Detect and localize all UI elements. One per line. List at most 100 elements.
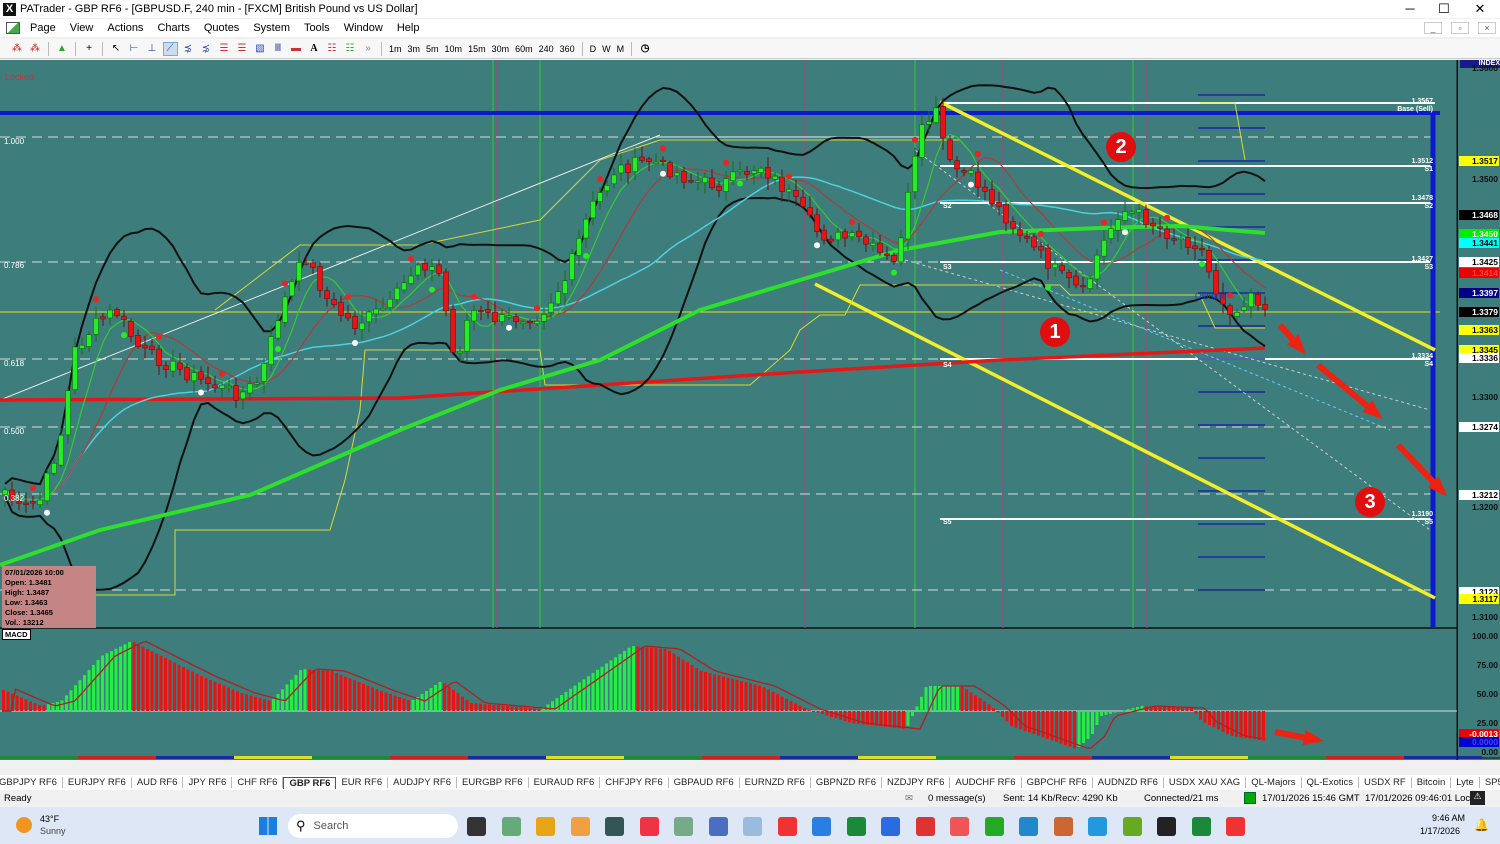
more-tools-button[interactable]: » [361, 42, 376, 56]
clock-icon[interactable]: ◷ [638, 42, 653, 56]
taskbar-app-icon[interactable] [570, 817, 590, 836]
start-windows-icon[interactable] [259, 817, 277, 835]
mdi-minimize-button[interactable]: _ [1424, 22, 1442, 34]
chart-canvas[interactable] [0, 60, 1500, 760]
symbol-tab[interactable]: USDX RF [1359, 777, 1412, 788]
menu-actions[interactable]: Actions [107, 22, 143, 34]
taskbar-app-icon[interactable] [812, 817, 831, 836]
menu-charts[interactable]: Charts [157, 22, 189, 34]
indicator-icon[interactable]: ▲ [55, 42, 70, 56]
taskbar-app-icon[interactable] [915, 817, 935, 836]
taskbar-app-icon[interactable] [881, 817, 900, 836]
taskbar-app-icon[interactable] [950, 817, 969, 836]
taskbar-app-icon[interactable] [1157, 817, 1176, 836]
levels-alt-icon[interactable]: ☷ [343, 42, 358, 56]
taskbar-app-icon[interactable] [1053, 817, 1073, 836]
taskbar-app-icon[interactable] [536, 817, 555, 836]
status-messages[interactable]: 0 message(s) [928, 793, 986, 804]
symbol-tab[interactable]: EURGBP RF6 [457, 777, 529, 788]
symbol-tab[interactable]: GBPCHF RF6 [1022, 777, 1093, 788]
symbol-tab[interactable]: CHF RF6 [232, 777, 284, 788]
minimize-button[interactable]: ─ [1392, 0, 1428, 18]
symbol-tab[interactable]: EUR RF6 [336, 777, 389, 788]
menu-help[interactable]: Help [397, 22, 420, 34]
taskbar-app-icon[interactable] [777, 817, 797, 836]
symbol-tab[interactable]: EURNZD RF6 [740, 777, 811, 788]
symbol-tab[interactable]: CHFJPY RF6 [600, 777, 669, 788]
taskbar-app-icon[interactable] [984, 817, 1004, 836]
taskbar-app-icon[interactable] [501, 817, 521, 836]
channel-icon[interactable]: ▧ [253, 42, 268, 56]
timeframe-monthly[interactable]: M [617, 44, 625, 54]
price-chart[interactable]: Locked 1.000 0.786 0.618 0.500 0.382 1.3… [0, 60, 1500, 760]
taskbar-app-icon[interactable] [1226, 817, 1245, 836]
menu-tools[interactable]: Tools [304, 22, 330, 34]
taskbar-search[interactable]: ⚲ Search [288, 814, 458, 838]
symbol-tab[interactable]: QL-Majors [1246, 777, 1302, 788]
fib-retracement-icon[interactable]: ☰ [217, 42, 232, 56]
maximize-button[interactable]: ☐ [1426, 0, 1462, 18]
symbol-tab[interactable]: QL-Exotics [1302, 777, 1360, 788]
fan-icon[interactable]: ⋨ [181, 42, 196, 56]
symbol-tab[interactable]: GBPJPY RF6 [0, 777, 63, 788]
symbol-tab[interactable]: EURJPY RF6 [63, 777, 132, 788]
close-button[interactable]: ✕ [1462, 0, 1498, 18]
notification-bell-icon[interactable]: 🔔 [1474, 818, 1489, 832]
menu-system[interactable]: System [253, 22, 290, 34]
symbol-tab[interactable]: GBPNZD RF6 [811, 777, 883, 788]
vertical-line-icon[interactable]: ⊥ [145, 42, 160, 56]
text-icon[interactable]: A [307, 42, 322, 56]
symbol-tab[interactable]: NZDJPY RF6 [882, 777, 951, 788]
symbol-tab[interactable]: Lyte [1451, 777, 1480, 788]
timeframe-15m[interactable]: 15m [468, 44, 486, 54]
timeframe-weekly[interactable]: W [602, 44, 611, 54]
symbol-tab[interactable]: GBPAUD RF6 [669, 777, 740, 788]
weather-condition[interactable]: Sunny [40, 826, 66, 836]
timeframe-10m[interactable]: 10m [445, 44, 463, 54]
timeframe-daily[interactable]: D [590, 44, 597, 54]
timeframe-30m[interactable]: 30m [492, 44, 510, 54]
fib-fan-icon[interactable]: ⋨ [199, 42, 214, 56]
taskbar-app-icon[interactable] [1019, 817, 1038, 836]
symbol-tab[interactable]: AUDJPY RF6 [388, 777, 458, 788]
symbol-tab[interactable]: SP500 RF6 [1480, 777, 1500, 788]
menu-quotes[interactable]: Quotes [204, 22, 239, 34]
symbol-tab[interactable]: JPY RF6 [183, 777, 233, 788]
taskbar-app-icon[interactable] [743, 817, 762, 836]
buy-sell-icon[interactable]: ⁂ [10, 42, 25, 56]
timeframe-240[interactable]: 240 [539, 44, 554, 54]
taskbar-app-icon[interactable] [605, 817, 624, 836]
pointer-icon[interactable]: ↖ [109, 42, 124, 56]
timeframe-5m[interactable]: 5m [426, 44, 439, 54]
clock-time[interactable]: 9:46 AM [1432, 813, 1465, 823]
timeframe-60m[interactable]: 60m [515, 44, 533, 54]
taskbar-app-icon[interactable] [1088, 817, 1107, 836]
taskbar-app-icon[interactable] [846, 817, 866, 836]
menu-window[interactable]: Window [344, 22, 383, 34]
symbol-tab[interactable]: GBP RF6 [283, 776, 337, 789]
menu-view[interactable]: View [70, 22, 94, 34]
taskbar-app-icon[interactable] [1191, 817, 1211, 836]
taskbar-app-icon[interactable] [1122, 817, 1142, 836]
weather-temp[interactable]: 43°F [40, 814, 59, 824]
timeframe-1m[interactable]: 1m [389, 44, 402, 54]
mdi-restore-button[interactable]: ▫ [1451, 22, 1469, 34]
menu-page[interactable]: Page [30, 22, 56, 34]
fib-extension-icon[interactable]: ☰ [235, 42, 250, 56]
taskbar-app-icon[interactable] [708, 817, 728, 836]
mdi-close-button[interactable]: × [1478, 22, 1496, 34]
symbol-tab[interactable]: USDX XAU XAG [1164, 777, 1247, 788]
levels-icon[interactable]: ☷ [325, 42, 340, 56]
crosshair-icon[interactable]: + [82, 42, 97, 56]
rectangle-icon[interactable]: ▬ [289, 42, 304, 56]
timeframe-3m[interactable]: 3m [408, 44, 421, 54]
taskbar-app-icon[interactable] [674, 817, 693, 836]
symbol-tab[interactable]: AUD RF6 [132, 777, 184, 788]
taskbar-app-icon[interactable] [639, 817, 659, 836]
price-axis[interactable]: INDEX 1.3600 1.3517 1.3500 1.3468 1.3450 1.34… [1457, 60, 1500, 760]
symbol-tab[interactable]: AUDCHF RF6 [950, 777, 1022, 788]
time-zones-icon[interactable]: Ⅲ [271, 42, 286, 56]
trendline-icon[interactable]: ⟋ [162, 41, 178, 56]
sell-buy-icon[interactable]: ⁂ [28, 42, 43, 56]
timeframe-360[interactable]: 360 [560, 44, 575, 54]
